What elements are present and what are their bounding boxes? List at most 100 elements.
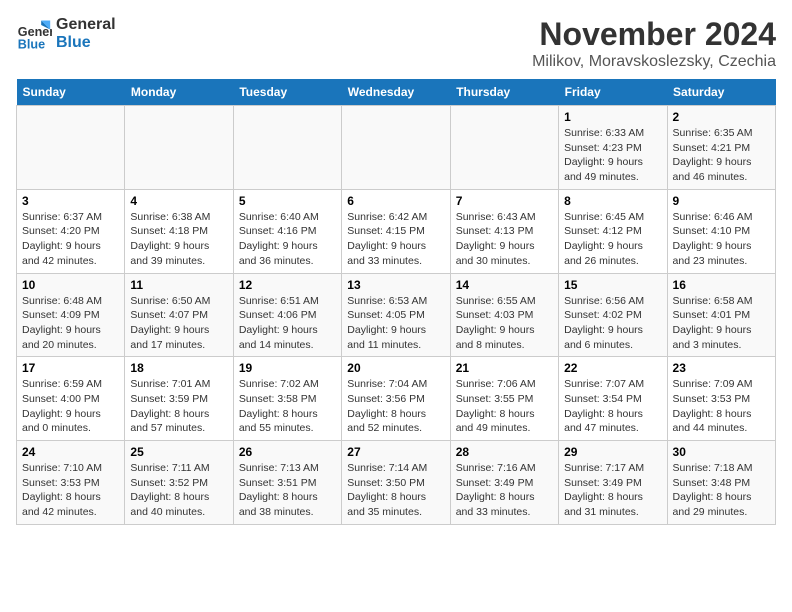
day-number: 18 [130,361,227,375]
day-number: 25 [130,445,227,459]
day-info: Sunrise: 7:16 AM Sunset: 3:49 PM Dayligh… [456,461,553,520]
day-number: 1 [564,110,661,124]
day-number: 17 [22,361,119,375]
day-number: 16 [673,278,770,292]
day-info: Sunrise: 6:55 AM Sunset: 4:03 PM Dayligh… [456,294,553,353]
calendar-cell: 21Sunrise: 7:06 AM Sunset: 3:55 PM Dayli… [450,357,558,441]
calendar-table: SundayMondayTuesdayWednesdayThursdayFrid… [16,79,776,525]
day-number: 14 [456,278,553,292]
day-number: 30 [673,445,770,459]
calendar-title: November 2024 [532,16,776,53]
calendar-cell: 29 Sunrise: 7:17 AM Sunset: 3:49 PM Dayli… [559,441,667,525]
day-info: Sunrise: 6:35 AM Sunset: 4:21 PM Dayligh… [673,126,770,185]
calendar-cell: 6 Sunrise: 6:42 AM Sunset: 4:15 PM Daylig… [342,189,450,273]
day-info: Sunrise: 6:51 AM Sunset: 4:06 PM Dayligh… [239,294,336,353]
day-number: 4 [130,194,227,208]
day-number: 11 [130,278,227,292]
day-info: Sunrise: 7:07 AM Sunset: 3:54 PM Dayligh… [564,377,661,436]
day-number: 28 [456,445,553,459]
day-number: 7 [456,194,553,208]
calendar-cell: 8 Sunrise: 6:45 AM Sunset: 4:12 PM Daylig… [559,189,667,273]
day-info: Sunrise: 6:48 AM Sunset: 4:09 PM Dayligh… [22,294,119,353]
day-info: Sunrise: 7:10 AM Sunset: 3:53 PM Dayligh… [22,461,119,520]
day-info: Sunrise: 6:37 AM Sunset: 4:20 PM Dayligh… [22,210,119,269]
weekday-header-sunday: Sunday [17,79,125,106]
calendar-cell: 25 Sunrise: 7:11 AM Sunset: 3:52 PM Dayli… [125,441,233,525]
day-info: Sunrise: 7:17 AM Sunset: 3:49 PM Dayligh… [564,461,661,520]
calendar-cell: 13 Sunrise: 6:53 AM Sunset: 4:05 PM Dayli… [342,273,450,357]
weekday-header-wednesday: Wednesday [342,79,450,106]
day-info: Sunrise: 6:56 AM Sunset: 4:02 PM Dayligh… [564,294,661,353]
day-number: 8 [564,194,661,208]
day-info: Sunrise: 7:18 AM Sunset: 3:48 PM Dayligh… [673,461,770,520]
calendar-cell [17,106,125,190]
day-number: 29 [564,445,661,459]
day-info: Sunrise: 7:14 AM Sunset: 3:50 PM Dayligh… [347,461,444,520]
day-info: Sunrise: 7:09 AM Sunset: 3:53 PM Dayligh… [673,377,770,436]
logo-icon: General Blue [16,16,52,52]
day-info: Sunrise: 6:33 AM Sunset: 4:23 PM Dayligh… [564,126,661,185]
calendar-cell: 9Sunrise: 6:46 AM Sunset: 4:10 PM Daylig… [667,189,775,273]
day-info: Sunrise: 7:02 AM Sunset: 3:58 PM Dayligh… [239,377,336,436]
calendar-cell: 12Sunrise: 6:51 AM Sunset: 4:06 PM Dayli… [233,273,341,357]
day-info: Sunrise: 7:11 AM Sunset: 3:52 PM Dayligh… [130,461,227,520]
day-info: Sunrise: 6:53 AM Sunset: 4:05 PM Dayligh… [347,294,444,353]
calendar-cell [233,106,341,190]
day-number: 20 [347,361,444,375]
calendar-cell: 11 Sunrise: 6:50 AM Sunset: 4:07 PM Dayli… [125,273,233,357]
day-number: 13 [347,278,444,292]
calendar-cell: 2 Sunrise: 6:35 AM Sunset: 4:21 PM Daylig… [667,106,775,190]
weekday-header-tuesday: Tuesday [233,79,341,106]
day-number: 23 [673,361,770,375]
week-row-3: 10 Sunrise: 6:48 AM Sunset: 4:09 PM Dayli… [17,273,776,357]
day-number: 26 [239,445,336,459]
day-number: 2 [673,110,770,124]
weekday-header-thursday: Thursday [450,79,558,106]
day-info: Sunrise: 6:38 AM Sunset: 4:18 PM Dayligh… [130,210,227,269]
day-number: 10 [22,278,119,292]
week-row-5: 24 Sunrise: 7:10 AM Sunset: 3:53 PM Dayli… [17,441,776,525]
calendar-cell: 22Sunrise: 7:07 AM Sunset: 3:54 PM Dayli… [559,357,667,441]
day-info: Sunrise: 6:45 AM Sunset: 4:12 PM Dayligh… [564,210,661,269]
weekday-header-friday: Friday [559,79,667,106]
day-info: Sunrise: 6:43 AM Sunset: 4:13 PM Dayligh… [456,210,553,269]
day-info: Sunrise: 6:46 AM Sunset: 4:10 PM Dayligh… [673,210,770,269]
day-info: Sunrise: 7:01 AM Sunset: 3:59 PM Dayligh… [130,377,227,436]
day-number: 3 [22,194,119,208]
calendar-cell: 17 Sunrise: 6:59 AM Sunset: 4:00 PM Dayli… [17,357,125,441]
day-info: Sunrise: 6:50 AM Sunset: 4:07 PM Dayligh… [130,294,227,353]
calendar-cell: 10 Sunrise: 6:48 AM Sunset: 4:09 PM Dayli… [17,273,125,357]
calendar-cell [125,106,233,190]
weekday-header-monday: Monday [125,79,233,106]
calendar-cell: 15 Sunrise: 6:56 AM Sunset: 4:02 PM Dayli… [559,273,667,357]
calendar-subtitle: Milikov, Moravskoslezsky, Czechia [532,53,776,71]
calendar-cell: 26Sunrise: 7:13 AM Sunset: 3:51 PM Dayli… [233,441,341,525]
calendar-cell: 24 Sunrise: 7:10 AM Sunset: 3:53 PM Dayli… [17,441,125,525]
week-row-2: 3 Sunrise: 6:37 AM Sunset: 4:20 PM Daylig… [17,189,776,273]
week-row-1: 1 Sunrise: 6:33 AM Sunset: 4:23 PM Daylig… [17,106,776,190]
day-number: 6 [347,194,444,208]
day-number: 24 [22,445,119,459]
calendar-cell: 19Sunrise: 7:02 AM Sunset: 3:58 PM Dayli… [233,357,341,441]
weekday-header-row: SundayMondayTuesdayWednesdayThursdayFrid… [17,79,776,106]
logo: General Blue General Blue [16,16,116,52]
calendar-cell: 23 Sunrise: 7:09 AM Sunset: 3:53 PM Dayli… [667,357,775,441]
calendar-cell: 18 Sunrise: 7:01 AM Sunset: 3:59 PM Dayli… [125,357,233,441]
day-number: 21 [456,361,553,375]
day-number: 15 [564,278,661,292]
calendar-cell: 16 Sunrise: 6:58 AM Sunset: 4:01 PM Dayli… [667,273,775,357]
calendar-cell: 1 Sunrise: 6:33 AM Sunset: 4:23 PM Daylig… [559,106,667,190]
week-row-4: 17 Sunrise: 6:59 AM Sunset: 4:00 PM Dayli… [17,357,776,441]
logo-general: General [56,16,116,34]
day-info: Sunrise: 6:42 AM Sunset: 4:15 PM Dayligh… [347,210,444,269]
title-block: November 2024 Milikov, Moravskoslezsky, … [532,16,776,71]
calendar-cell: 7 Sunrise: 6:43 AM Sunset: 4:13 PM Daylig… [450,189,558,273]
calendar-cell: 30 Sunrise: 7:18 AM Sunset: 3:48 PM Dayli… [667,441,775,525]
weekday-header-saturday: Saturday [667,79,775,106]
calendar-cell: 4 Sunrise: 6:38 AM Sunset: 4:18 PM Daylig… [125,189,233,273]
day-number: 27 [347,445,444,459]
day-info: Sunrise: 6:59 AM Sunset: 4:00 PM Dayligh… [22,377,119,436]
svg-text:Blue: Blue [18,37,45,51]
calendar-cell: 14 Sunrise: 6:55 AM Sunset: 4:03 PM Dayli… [450,273,558,357]
day-info: Sunrise: 6:58 AM Sunset: 4:01 PM Dayligh… [673,294,770,353]
